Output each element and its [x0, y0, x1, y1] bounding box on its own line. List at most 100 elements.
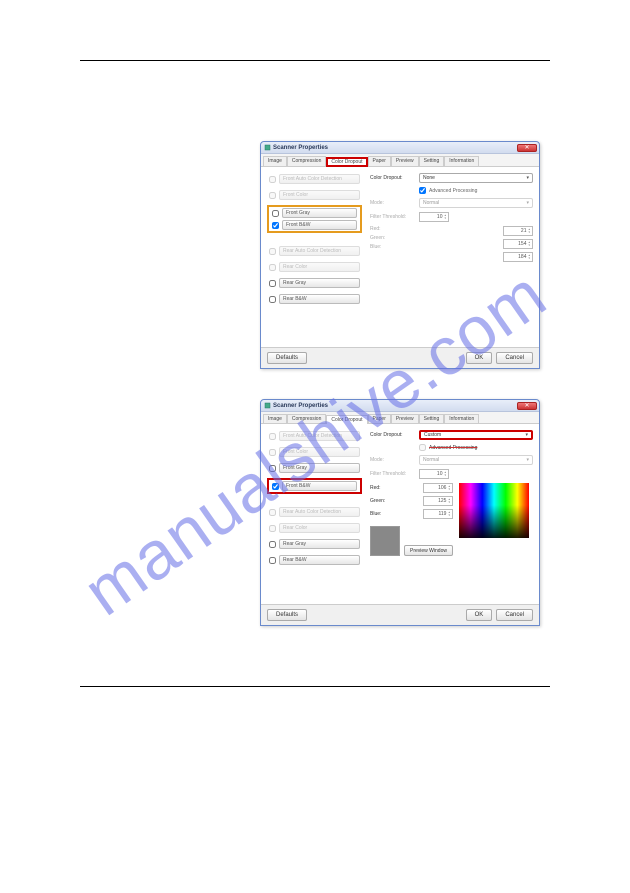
rear-gray[interactable]: Rear Gray [279, 539, 360, 549]
cancel-button[interactable]: Cancel [496, 609, 533, 621]
rear-bw[interactable]: Rear B&W [279, 555, 360, 565]
tab-image[interactable]: Image [263, 414, 287, 423]
ok-button[interactable]: OK [466, 609, 493, 621]
filter-threshold-label: Filter Threshold: [370, 471, 415, 477]
mode-label: Mode: [370, 200, 415, 206]
red-label: Red: [370, 485, 390, 491]
chevron-down-icon: ▾ [526, 457, 529, 463]
tab-setting[interactable]: Setting [419, 156, 445, 166]
rear-gray-check[interactable] [269, 280, 276, 287]
front-color-check [269, 449, 276, 456]
tab-information[interactable]: Information [444, 414, 479, 423]
filter-threshold-spin: 10▴▾ [419, 469, 449, 479]
cancel-button[interactable]: Cancel [496, 352, 533, 364]
rear-color: Rear Color [279, 262, 360, 272]
tab-preview[interactable]: Preview [391, 414, 419, 423]
color-dropout-label: Color Dropout: [370, 175, 415, 181]
top-rule [80, 60, 550, 61]
image-selection-list: Front Auto Color Detection Front Color F… [267, 173, 362, 343]
defaults-button[interactable]: Defaults [267, 609, 307, 621]
titlebar: Scanner Properties ✕ [261, 142, 539, 154]
front-color: Front Color [279, 447, 360, 457]
blue-label: Blue: [370, 244, 385, 250]
front-color: Front Color [279, 190, 360, 200]
color-dropout-combo[interactable]: None▾ [419, 173, 533, 183]
green-spin: 154▴▾ [503, 239, 533, 249]
dialog-title: Scanner Properties [273, 403, 517, 409]
rear-gray[interactable]: Rear Gray [279, 278, 360, 288]
rear-bw-check[interactable] [269, 296, 276, 303]
rear-bw[interactable]: Rear B&W [279, 294, 360, 304]
color-dropout-label: Color Dropout: [370, 432, 415, 438]
app-icon [263, 402, 271, 410]
front-auto-check [269, 433, 276, 440]
tab-preview[interactable]: Preview [391, 156, 419, 166]
scanner-properties-dialog-2: Scanner Properties ✕ Image Compression C… [260, 399, 540, 626]
front-gray-check[interactable] [272, 210, 279, 217]
chevron-down-icon: ▾ [526, 175, 529, 181]
mode-label: Mode: [370, 457, 415, 463]
green-label: Green: [370, 235, 385, 241]
front-auto-detection: Front Auto Color Detection [279, 174, 360, 184]
rear-auto-check [269, 248, 276, 255]
color-swatch [370, 526, 400, 556]
app-icon [263, 144, 271, 152]
mode-combo: Normal▾ [419, 198, 533, 208]
rear-color-check [269, 525, 276, 532]
tab-compression[interactable]: Compression [287, 156, 326, 166]
tab-paper[interactable]: Paper [368, 156, 391, 166]
tab-compression[interactable]: Compression [287, 414, 326, 423]
rear-bw-check[interactable] [269, 557, 276, 564]
color-picker[interactable] [459, 483, 529, 538]
advanced-processing-check [419, 444, 426, 451]
tab-information[interactable]: Information [444, 156, 479, 166]
tab-paper[interactable]: Paper [368, 414, 391, 423]
tab-setting[interactable]: Setting [419, 414, 445, 423]
tab-bar: Image Compression Color Dropout Paper Pr… [261, 412, 539, 424]
red-label: Red: [370, 226, 385, 232]
front-auto-check [269, 176, 276, 183]
ok-button[interactable]: OK [466, 352, 493, 364]
blue-spin[interactable]: 119▴▾ [423, 509, 453, 519]
advanced-processing-label: Advanced Processing [429, 445, 477, 451]
front-auto-detection: Front Auto Color Detection [279, 431, 360, 441]
front-bw-check[interactable] [272, 483, 279, 490]
front-bw[interactable]: Front B&W [282, 481, 357, 491]
front-color-check [269, 192, 276, 199]
front-gray-check[interactable] [269, 465, 276, 472]
front-gray[interactable]: Front Gray [282, 208, 357, 218]
front-bw-check[interactable] [272, 222, 279, 229]
filter-threshold-label: Filter Threshold: [370, 214, 415, 220]
tab-bar: Image Compression Color Dropout Paper Pr… [261, 154, 539, 167]
advanced-processing-check[interactable] [419, 187, 426, 194]
rear-color: Rear Color [279, 523, 360, 533]
titlebar: Scanner Properties ✕ [261, 400, 539, 412]
blue-spin: 184▴▾ [503, 252, 533, 262]
front-gray[interactable]: Front Gray [279, 463, 360, 473]
advanced-processing-label: Advanced Processing [429, 188, 477, 194]
blue-label: Blue: [370, 511, 390, 517]
green-spin[interactable]: 125▴▾ [423, 496, 453, 506]
bottom-rule [80, 686, 550, 687]
red-spin: 21▴▾ [503, 226, 533, 236]
button-row: Defaults OK Cancel [261, 604, 539, 625]
rear-auto-check [269, 509, 276, 516]
tab-color-dropout[interactable]: Color Dropout [326, 415, 367, 424]
scanner-properties-dialog-1: Scanner Properties ✕ Image Compression C… [260, 141, 540, 369]
tab-color-dropout[interactable]: Color Dropout [326, 157, 367, 167]
preview-window-button[interactable]: Preview Window [404, 545, 453, 556]
color-dropout-combo[interactable]: Custom▾ [419, 430, 533, 440]
mode-combo: Normal▾ [419, 455, 533, 465]
front-bw[interactable]: Front B&W [282, 220, 357, 230]
rear-color-check [269, 264, 276, 271]
dialog-title: Scanner Properties [273, 145, 517, 151]
tab-image[interactable]: Image [263, 156, 287, 166]
chevron-down-icon: ▾ [526, 200, 529, 206]
defaults-button[interactable]: Defaults [267, 352, 307, 364]
rear-auto-detection: Rear Auto Color Detection [279, 246, 360, 256]
chevron-down-icon: ▾ [525, 432, 528, 438]
close-icon[interactable]: ✕ [517, 144, 537, 152]
rear-gray-check[interactable] [269, 541, 276, 548]
red-spin[interactable]: 106▴▾ [423, 483, 453, 493]
close-icon[interactable]: ✕ [517, 402, 537, 410]
